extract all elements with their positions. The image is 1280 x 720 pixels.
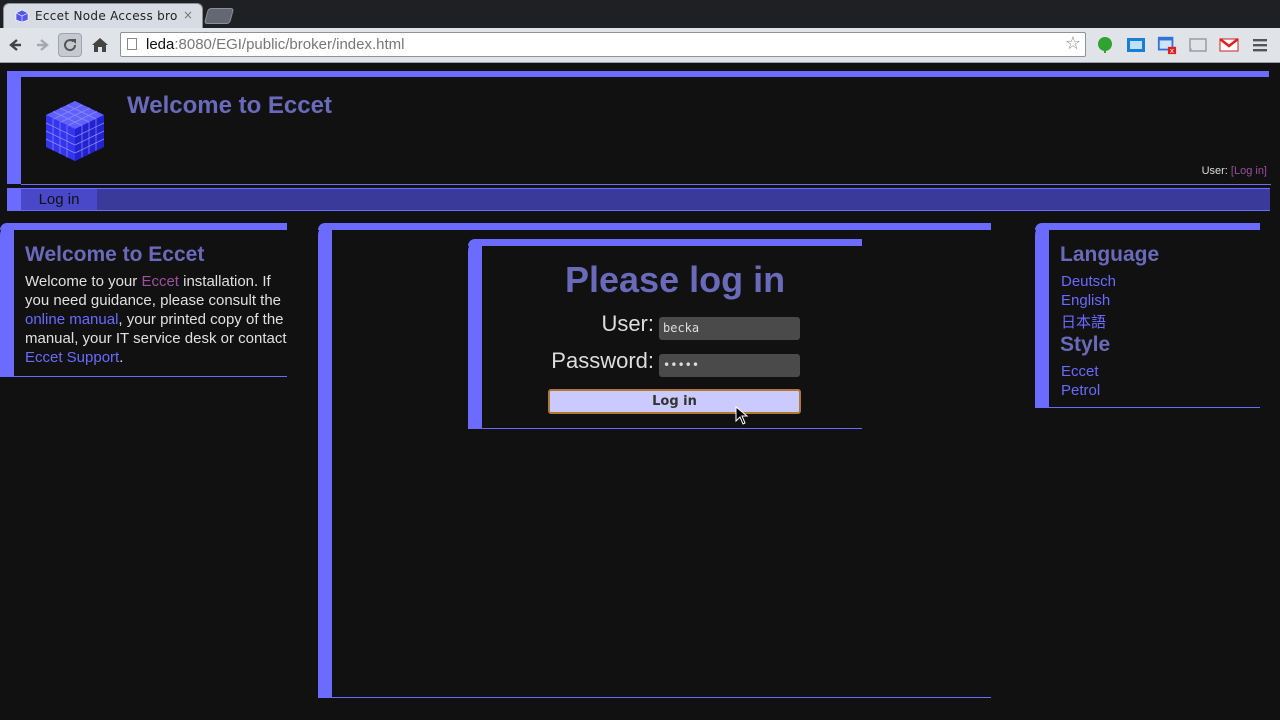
home-icon[interactable] [88, 33, 112, 57]
panel-frame-bottom [318, 697, 991, 698]
style-link-eccet[interactable]: Eccet [1061, 363, 1099, 380]
reload-icon[interactable] [58, 33, 82, 57]
panel-frame-left [468, 239, 482, 429]
header-frame-top [7, 71, 1269, 77]
forward-icon[interactable] [31, 33, 55, 57]
settings-panel: Language Deutsch English 日本語 Style Eccet… [1035, 223, 1260, 408]
panel-frame-corner [14, 230, 26, 242]
login-title: Please log in [565, 259, 786, 300]
panel-frame-top [1035, 223, 1260, 230]
welcome-title: Welcome to Eccet [25, 243, 205, 266]
panel-frame-corner [1049, 230, 1061, 242]
panel-frame-left [0, 223, 14, 376]
welcome-text-part: Welcome to your [25, 273, 142, 290]
menu-bar: Log in [7, 188, 1270, 211]
login-form: Please log in User: becka Password: ••••… [468, 239, 862, 429]
welcome-text-part: . [119, 349, 124, 366]
eccet-support-link[interactable]: Eccet Support [25, 349, 119, 366]
back-icon[interactable] [3, 33, 27, 57]
panel-frame-top [0, 223, 287, 230]
svg-text:x: x [1170, 46, 1175, 55]
calendar-extension-icon[interactable]: x [1157, 35, 1177, 55]
user-info: User: [Log in] [1202, 165, 1267, 177]
address-bar[interactable]: leda:8080/EGI/public/broker/index.html ☆ [120, 32, 1086, 57]
login-button[interactable]: Log in [548, 389, 801, 414]
header-frame-corner [21, 77, 35, 91]
url-path: :8080/EGI/public/broker/index.html [174, 36, 405, 53]
eccet-cube-logo-icon [45, 101, 105, 161]
bookmark-star-icon[interactable]: ☆ [1065, 33, 1081, 54]
language-link-japanese[interactable]: 日本語 [1061, 311, 1106, 332]
style-link-petrol[interactable]: Petrol [1061, 382, 1100, 399]
cube-favicon-icon [15, 9, 29, 23]
language-heading: Language [1060, 243, 1160, 266]
browser-toolbar: leda:8080/EGI/public/broker/index.html ☆… [0, 28, 1280, 63]
browser-tab[interactable]: Eccet Node Access bro × [3, 3, 203, 28]
menu-icon[interactable] [1250, 35, 1270, 55]
language-link-deutsch[interactable]: Deutsch [1061, 273, 1116, 290]
tab-strip: Eccet Node Access bro × [0, 0, 1280, 28]
screenshot-extension-icon[interactable] [1126, 35, 1146, 55]
password-input[interactable]: ••••• [659, 354, 800, 377]
panel-frame-top [468, 239, 862, 246]
gmail-extension-icon[interactable] [1219, 35, 1239, 55]
menu-item-login[interactable]: Log in [21, 189, 97, 210]
panel-frame-left [1035, 223, 1049, 408]
user-field-label: User: [601, 311, 654, 336]
page-icon [127, 38, 137, 50]
url-text: leda:8080/EGI/public/broker/index.html [146, 36, 404, 53]
new-tab-button[interactable] [203, 8, 235, 24]
welcome-panel: Welcome to Eccet Welcome to your Eccet i… [0, 223, 287, 378]
panel-frame-top [318, 223, 991, 230]
web-page: Welcome to Eccet User: [Log in] Log in W… [0, 63, 1280, 720]
site-title: Welcome to Eccet [127, 92, 332, 119]
panel-frame-corner [332, 230, 344, 242]
user-label: User: [1201, 165, 1231, 177]
username-input[interactable]: becka [659, 317, 800, 340]
panel-frame-bottom [1035, 407, 1260, 408]
panel-frame-bottom [468, 428, 862, 429]
header-divider [21, 184, 1271, 185]
welcome-text: Welcome to your Eccet installation. If y… [25, 272, 287, 367]
url-host: leda [146, 36, 175, 53]
tab-title: Eccet Node Access bro [35, 9, 177, 23]
panel-frame-left [318, 223, 332, 698]
header-frame-left [7, 71, 21, 184]
cast-icon[interactable] [1188, 35, 1208, 55]
language-link-english[interactable]: English [1061, 292, 1110, 309]
mouse-cursor-icon [735, 406, 749, 425]
menu-bar-accent [7, 189, 21, 210]
panel-frame-corner [482, 246, 494, 258]
style-heading: Style [1060, 333, 1111, 356]
eccet-link[interactable]: Eccet [141, 273, 179, 290]
evernote-extension-icon[interactable] [1095, 35, 1115, 55]
header-login-link[interactable]: [Log in] [1231, 165, 1267, 177]
password-field-label: Password: [551, 348, 654, 373]
online-manual-link[interactable]: online manual [25, 311, 118, 328]
panel-frame-bottom [0, 376, 287, 377]
tab-close-icon[interactable]: × [183, 8, 193, 22]
